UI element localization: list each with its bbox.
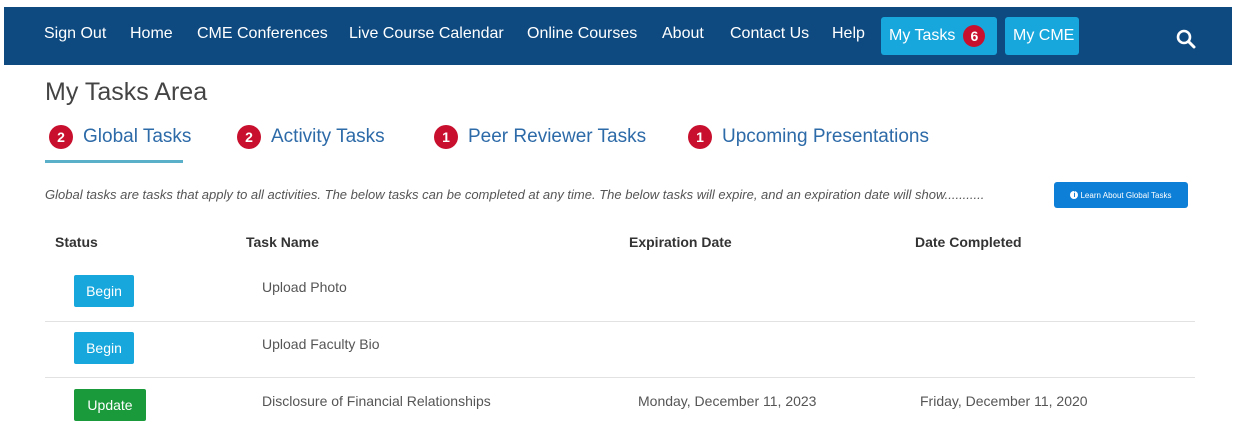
column-header-status: Status	[55, 234, 98, 250]
nav-online-courses[interactable]: Online Courses	[527, 25, 637, 43]
column-header-expiration-date: Expiration Date	[629, 234, 732, 250]
my-tasks-label: My Tasks	[889, 27, 956, 44]
tab-count-badge: 1	[434, 125, 458, 149]
tab-activity-tasks[interactable]: 2 Activity Tasks	[237, 125, 385, 149]
my-tasks-count-badge: 6	[963, 25, 986, 47]
nav-contact-us[interactable]: Contact Us	[730, 25, 809, 43]
nav-live-course-calendar[interactable]: Live Course Calendar	[349, 25, 504, 43]
nav-about[interactable]: About	[662, 25, 704, 43]
learn-button-label: Learn About Global Tasks	[1080, 190, 1172, 200]
task-name: Disclosure of Financial Relationships	[262, 393, 491, 409]
date-completed: Friday, December 11, 2020	[920, 393, 1088, 409]
row-divider	[45, 321, 1195, 322]
page-title: My Tasks Area	[45, 78, 208, 106]
tab-peer-reviewer-tasks[interactable]: 1 Peer Reviewer Tasks	[434, 125, 646, 149]
row-divider	[45, 377, 1195, 378]
my-cme-label: My CME	[1013, 27, 1075, 44]
nav-home[interactable]: Home	[130, 25, 173, 43]
column-header-task-name: Task Name	[246, 234, 319, 250]
task-name: Upload Faculty Bio	[262, 336, 380, 352]
tab-label: Global Tasks	[83, 126, 192, 147]
tab-label: Upcoming Presentations	[722, 126, 929, 147]
tab-global-tasks[interactable]: 2 Global Tasks	[49, 125, 191, 149]
my-cme-button[interactable]: My CME	[1005, 17, 1079, 55]
tab-count-badge: 2	[237, 125, 261, 149]
tab-count-badge: 2	[49, 125, 73, 149]
nav-sign-out[interactable]: Sign Out	[44, 25, 106, 43]
learn-about-global-tasks-button[interactable]: i Learn About Global Tasks	[1054, 182, 1188, 208]
tab-count-badge: 1	[688, 125, 712, 149]
top-navbar: Sign Out Home CME Conferences Live Cours…	[4, 7, 1232, 65]
update-button[interactable]: Update	[74, 389, 146, 421]
expiration-date: Monday, December 11, 2023	[638, 393, 817, 409]
tab-label: Peer Reviewer Tasks	[468, 126, 647, 147]
begin-button[interactable]: Begin	[74, 332, 134, 364]
begin-button[interactable]: Begin	[74, 275, 134, 307]
my-tasks-button[interactable]: My Tasks 6	[881, 17, 997, 55]
tab-upcoming-presentations[interactable]: 1 Upcoming Presentations	[688, 125, 929, 149]
task-name: Upload Photo	[262, 279, 347, 295]
search-icon[interactable]	[1176, 29, 1196, 49]
global-tasks-description: Global tasks are tasks that apply to all…	[45, 187, 985, 202]
nav-help[interactable]: Help	[832, 25, 865, 43]
column-header-date-completed: Date Completed	[915, 234, 1022, 250]
tab-label: Activity Tasks	[271, 126, 385, 147]
active-tab-indicator	[45, 160, 183, 163]
info-icon: i	[1070, 191, 1079, 199]
nav-cme-conferences[interactable]: CME Conferences	[197, 25, 328, 43]
